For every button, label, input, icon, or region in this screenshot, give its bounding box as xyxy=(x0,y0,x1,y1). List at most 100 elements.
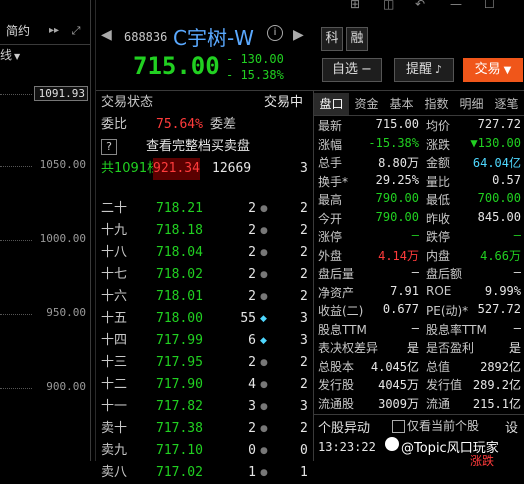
level-marker-icon: ● xyxy=(260,358,268,368)
level-label: 十六 xyxy=(101,289,128,304)
settings-button[interactable]: 设 xyxy=(505,417,518,436)
level-volume: 2 xyxy=(248,421,256,436)
quote-value: — xyxy=(411,320,419,335)
minus-icon: − xyxy=(361,62,372,77)
watchlist-button[interactable]: 自选 − xyxy=(322,58,382,82)
trade-status-label: 交易状态 xyxy=(101,95,154,110)
quote-value: 715.00 xyxy=(375,117,419,131)
ask-level-row[interactable]: 十九 718.18 2 2 ● xyxy=(96,220,308,242)
level-count: 2 xyxy=(300,201,308,216)
only-current-label: 仅看当前个股 xyxy=(407,419,480,433)
ask-level-row[interactable]: 十七 718.02 2 2 ● xyxy=(96,264,308,286)
window-icon[interactable]: ◫ xyxy=(383,0,394,11)
level-volume: 2 xyxy=(248,201,256,216)
expand-arrows-icon[interactable]: ▸▸ xyxy=(44,22,64,40)
quote-value: 8.80万 xyxy=(378,156,419,170)
line-menu[interactable]: 线 ▼ xyxy=(0,46,30,64)
total-volume: 12669 xyxy=(212,161,252,176)
level-price: 718.00 xyxy=(156,311,203,326)
quote-value: 29.25% xyxy=(375,172,419,187)
level-label: 十五 xyxy=(101,311,128,326)
level-price: 717.02 xyxy=(156,465,203,480)
fullscreen-icon[interactable]: ⤢ xyxy=(66,22,86,40)
quote-label: 最新 xyxy=(318,119,343,133)
quote-value: 0.677 xyxy=(382,302,419,316)
quote-value: 4.045亿 xyxy=(370,359,419,374)
chevron-down-icon: ▼ xyxy=(503,65,512,76)
level-label: 卖九 xyxy=(101,443,128,458)
tab-4[interactable]: 明细 xyxy=(454,93,489,115)
weibi-value: 75.64% xyxy=(156,117,203,132)
ask-level-row[interactable]: 十八 718.04 2 2 ● xyxy=(96,242,308,264)
quote-label: 内盘 xyxy=(426,248,451,263)
ask-level-row[interactable]: 二十 718.21 2 2 ● xyxy=(96,198,308,220)
maximize-icon[interactable]: ☐ xyxy=(484,0,495,11)
undo-icon[interactable]: ↶ xyxy=(415,0,425,11)
level-label: 十九 xyxy=(101,223,128,238)
grid-line xyxy=(0,240,32,241)
level-volume: 6 xyxy=(248,333,256,348)
quote-label: 净资产 xyxy=(318,285,355,300)
ask-level-row[interactable]: 十一 717.82 3 3 ● xyxy=(96,396,308,418)
level-marker-icon: ● xyxy=(260,270,268,280)
level-label: 十四 xyxy=(101,333,128,348)
quote-value: 215.1亿 xyxy=(472,396,521,411)
level-price: 717.99 xyxy=(156,333,203,348)
price-axis-label: 1091.93 xyxy=(34,86,88,101)
level-count: 3 xyxy=(300,311,308,326)
level-price: 717.38 xyxy=(156,421,203,436)
ask-level-row[interactable]: 十二 717.90 4 2 ● xyxy=(96,374,308,396)
star-market-button[interactable]: 科 xyxy=(321,27,343,51)
weibi-label: 委比 xyxy=(101,117,128,132)
quote-value: -15.38% xyxy=(368,135,419,150)
watchlist-label: 自选 xyxy=(332,62,359,77)
full-book-link[interactable]: ? 查看完整档买卖盘 xyxy=(96,136,306,158)
quote-value: 527.72 xyxy=(477,302,521,316)
level-count: 1 xyxy=(300,465,308,480)
only-current-checkbox[interactable] xyxy=(392,420,405,433)
quote-value: 2892亿 xyxy=(480,359,521,374)
help-icon: ? xyxy=(101,139,117,155)
ask-level-row[interactable]: 十五 718.00 55 3 ◆ xyxy=(96,308,308,330)
alert-button[interactable]: 提醒 ♪ xyxy=(394,58,454,82)
level-marker-icon: ● xyxy=(260,468,268,478)
info-icon[interactable]: i xyxy=(267,25,283,41)
level-volume: 2 xyxy=(248,245,256,260)
level-marker-icon: ● xyxy=(260,248,268,258)
ask-level-row[interactable]: 卖八 717.02 1 1 ● xyxy=(96,462,308,484)
level-marker-icon: ● xyxy=(260,446,268,456)
quote-label: 总手 xyxy=(318,156,343,170)
ask-level-row[interactable]: 十六 718.01 2 2 ● xyxy=(96,286,308,308)
ask-level-row[interactable]: 十四 717.99 6 3 ◆ xyxy=(96,330,308,352)
level-label: 卖八 xyxy=(101,465,128,480)
tab-0[interactable]: 盘口 xyxy=(314,93,349,115)
last-price: 715.00 xyxy=(133,52,220,80)
quote-value: — xyxy=(513,228,521,242)
quote-value: 845.00 xyxy=(477,209,521,224)
trade-button[interactable]: 交易 ▼ xyxy=(463,58,523,82)
tab-5[interactable]: 逐笔 xyxy=(489,93,524,115)
minimize-icon[interactable]: — xyxy=(450,0,462,11)
prev-stock-icon[interactable]: ◀ xyxy=(101,27,112,43)
level-volume: 55 xyxy=(240,311,256,326)
next-stock-icon[interactable]: ▶ xyxy=(293,27,304,43)
quote-value: 7.91 xyxy=(390,283,419,298)
quote-value: 0.57 xyxy=(492,172,521,187)
margin-button[interactable]: 融 xyxy=(346,27,368,51)
grid-line xyxy=(0,94,32,95)
quote-label: 最高 xyxy=(318,193,343,207)
tab-2[interactable]: 基本 xyxy=(384,93,419,115)
ask-level-row[interactable]: 卖十 717.38 2 2 ● xyxy=(96,418,308,440)
quote-value: 4.14万 xyxy=(378,248,419,263)
level-marker-icon: ● xyxy=(260,402,268,412)
ask-level-row[interactable]: 卖九 717.10 0 0 ● xyxy=(96,440,308,462)
tab-simple[interactable]: 简约 xyxy=(0,20,50,42)
ask-level-row[interactable]: 十三 717.95 2 2 ● xyxy=(96,352,308,374)
tab-1[interactable]: 资金 xyxy=(349,93,384,115)
tab-3[interactable]: 指数 xyxy=(419,93,454,115)
layout-icon[interactable]: ⊞ xyxy=(350,0,360,11)
quote-label: ROE xyxy=(426,283,452,298)
stock-name: C宇树-W xyxy=(173,26,254,50)
level-count: 2 xyxy=(300,289,308,304)
quote-label: 盘后量 xyxy=(318,267,355,281)
